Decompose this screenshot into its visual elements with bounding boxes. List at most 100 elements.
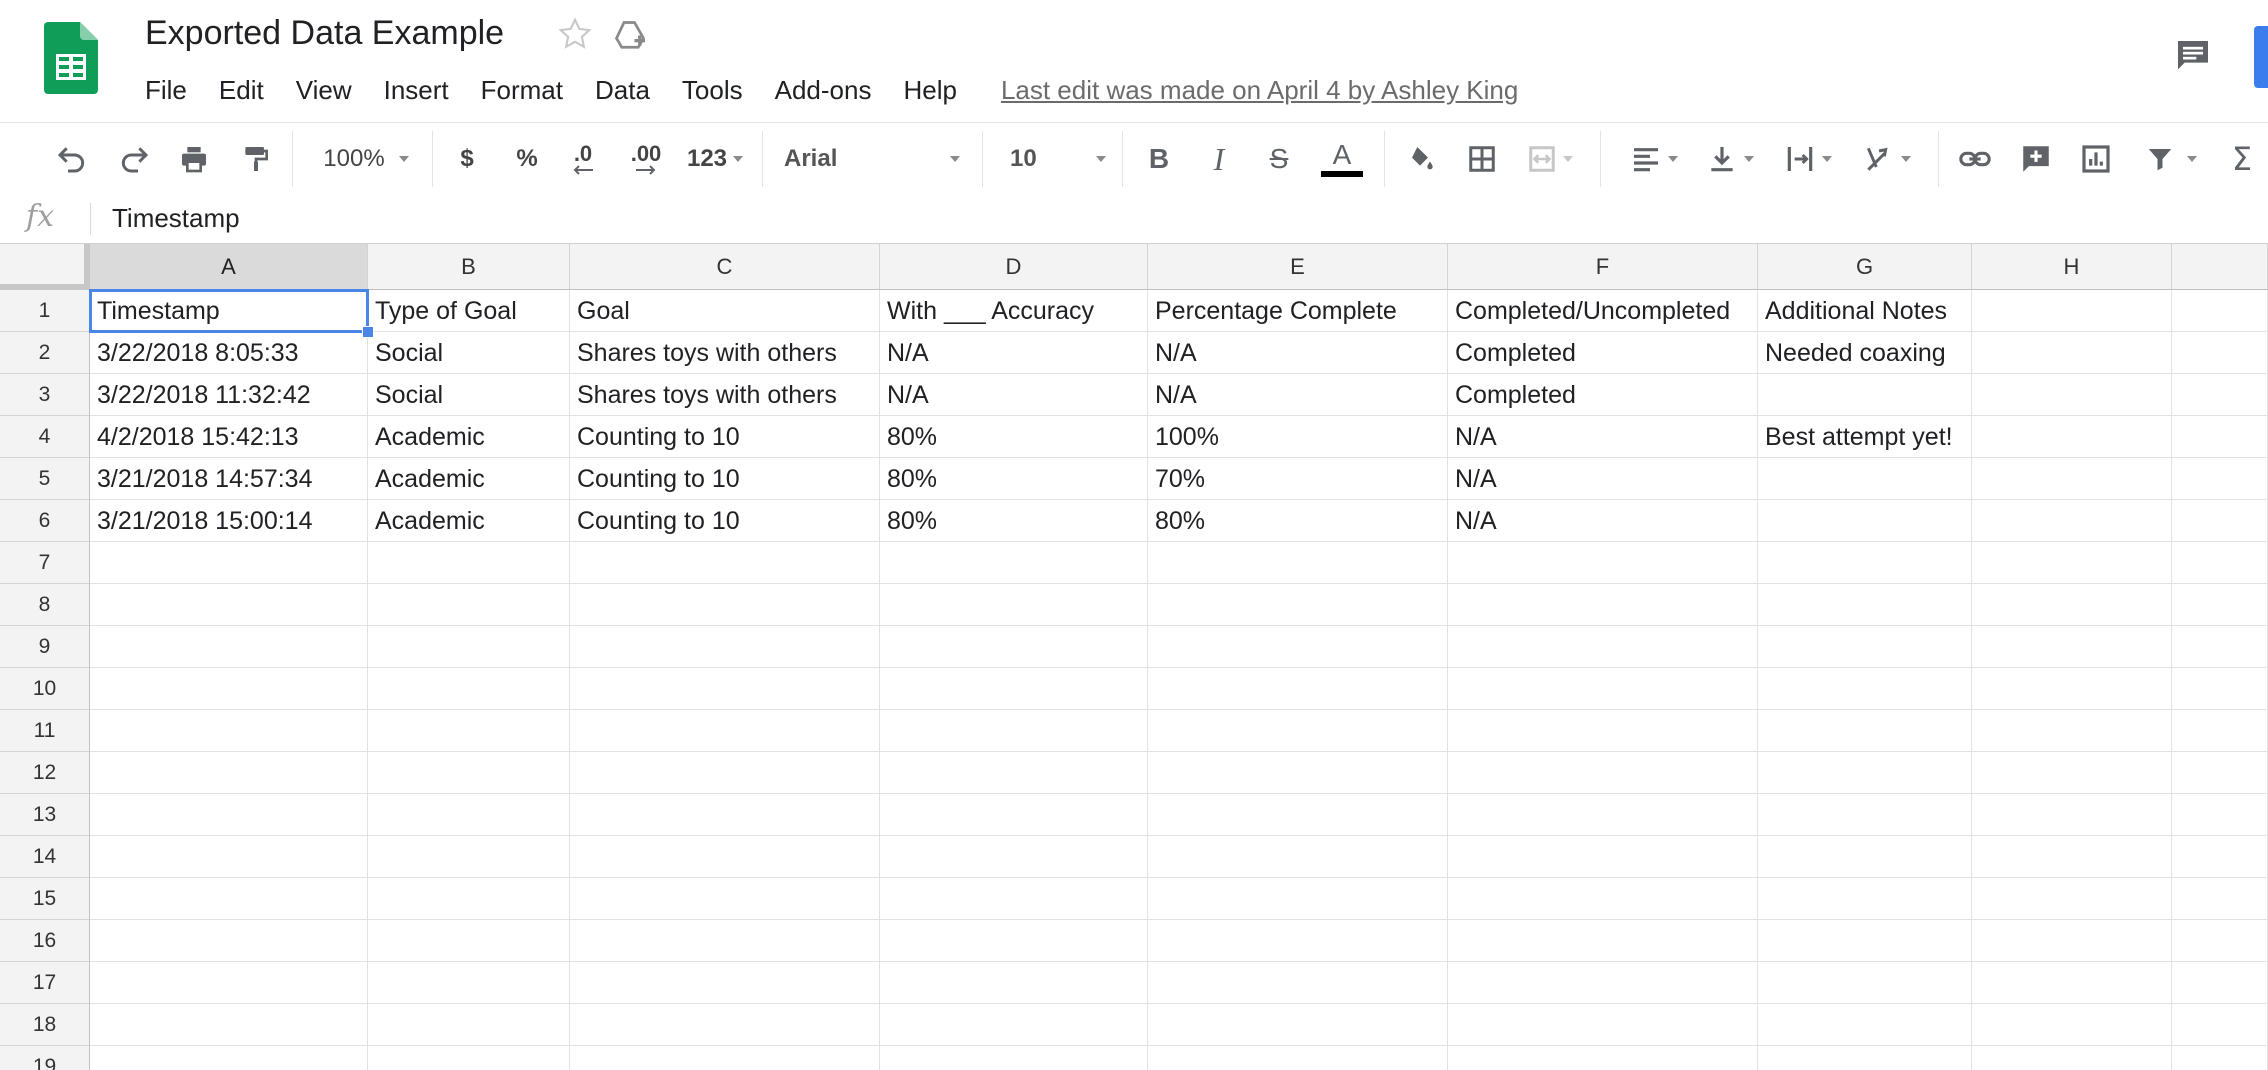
cell-g15[interactable]: [1758, 878, 1972, 920]
column-header-b[interactable]: B: [368, 244, 570, 290]
cell-extra[interactable]: [2172, 752, 2268, 794]
cell-c13[interactable]: [570, 794, 880, 836]
cell-extra[interactable]: [2172, 1004, 2268, 1046]
cell-e13[interactable]: [1148, 794, 1448, 836]
cell-e15[interactable]: [1148, 878, 1448, 920]
cell-f19[interactable]: [1448, 1046, 1758, 1070]
column-header-a[interactable]: A: [90, 244, 368, 290]
cell-c1[interactable]: Goal: [570, 290, 880, 332]
italic-button[interactable]: I: [1202, 137, 1236, 181]
cell-extra[interactable]: [2172, 794, 2268, 836]
cell-e4[interactable]: 100%: [1148, 416, 1448, 458]
document-title[interactable]: Exported Data Example: [145, 14, 504, 53]
cell-f4[interactable]: N/A: [1448, 416, 1758, 458]
cell-f7[interactable]: [1448, 542, 1758, 584]
cell-c17[interactable]: [570, 962, 880, 1004]
insert-chart-icon[interactable]: [2076, 137, 2116, 181]
column-header-e[interactable]: E: [1148, 244, 1448, 290]
cell-a17[interactable]: [90, 962, 368, 1004]
cell-c14[interactable]: [570, 836, 880, 878]
cell-extra[interactable]: [2172, 920, 2268, 962]
cell-g19[interactable]: [1758, 1046, 1972, 1070]
insert-link-icon[interactable]: [1954, 137, 1996, 181]
menu-edit[interactable]: Edit: [219, 75, 264, 106]
cell-d15[interactable]: [880, 878, 1148, 920]
strikethrough-button[interactable]: S: [1262, 137, 1296, 181]
menu-insert[interactable]: Insert: [384, 75, 449, 106]
cell-b5[interactable]: Academic: [368, 458, 570, 500]
cell-d3[interactable]: N/A: [880, 374, 1148, 416]
cell-d17[interactable]: [880, 962, 1148, 1004]
cell-d1[interactable]: With ___ Accuracy: [880, 290, 1148, 332]
cell-h2[interactable]: [1972, 332, 2172, 374]
cell-d10[interactable]: [880, 668, 1148, 710]
cell-d12[interactable]: [880, 752, 1148, 794]
cell-e7[interactable]: [1148, 542, 1448, 584]
row-header[interactable]: 11: [0, 710, 90, 752]
cell-c6[interactable]: Counting to 10: [570, 500, 880, 542]
vertical-align-icon[interactable]: [1700, 137, 1760, 181]
cell-a10[interactable]: [90, 668, 368, 710]
cell-h17[interactable]: [1972, 962, 2172, 1004]
row-header[interactable]: 16: [0, 920, 90, 962]
row-header[interactable]: 18: [0, 1004, 90, 1046]
cell-extra[interactable]: [2172, 626, 2268, 668]
cell-h13[interactable]: [1972, 794, 2172, 836]
comments-icon[interactable]: [2172, 36, 2214, 76]
undo-icon[interactable]: [52, 137, 92, 181]
redo-icon[interactable]: [114, 137, 154, 181]
cell-g6[interactable]: [1758, 500, 1972, 542]
cell-f9[interactable]: [1448, 626, 1758, 668]
cell-a14[interactable]: [90, 836, 368, 878]
cell-g8[interactable]: [1758, 584, 1972, 626]
cell-b8[interactable]: [368, 584, 570, 626]
cell-h10[interactable]: [1972, 668, 2172, 710]
cell-c10[interactable]: [570, 668, 880, 710]
cell-e16[interactable]: [1148, 920, 1448, 962]
cell-e6[interactable]: 80%: [1148, 500, 1448, 542]
cell-h15[interactable]: [1972, 878, 2172, 920]
cell-extra[interactable]: [2172, 542, 2268, 584]
cell-g11[interactable]: [1758, 710, 1972, 752]
column-header-h[interactable]: H: [1972, 244, 2172, 290]
cell-a9[interactable]: [90, 626, 368, 668]
fill-color-icon[interactable]: [1400, 137, 1440, 181]
cell-d14[interactable]: [880, 836, 1148, 878]
cell-a19[interactable]: [90, 1046, 368, 1070]
row-header[interactable]: 15: [0, 878, 90, 920]
cell-g13[interactable]: [1758, 794, 1972, 836]
fill-handle[interactable]: [362, 326, 374, 338]
merge-cells-icon[interactable]: [1520, 137, 1580, 181]
row-header[interactable]: 5: [0, 458, 90, 500]
text-color-button[interactable]: A: [1318, 137, 1366, 181]
menu-tools[interactable]: Tools: [682, 75, 743, 106]
cell-c19[interactable]: [570, 1046, 880, 1070]
cell-e11[interactable]: [1148, 710, 1448, 752]
cell-d2[interactable]: N/A: [880, 332, 1148, 374]
row-header[interactable]: 12: [0, 752, 90, 794]
cell-g14[interactable]: [1758, 836, 1972, 878]
decrease-decimal-button[interactable]: .0: [566, 137, 600, 181]
borders-icon[interactable]: [1462, 137, 1502, 181]
cell-c18[interactable]: [570, 1004, 880, 1046]
menu-add-ons[interactable]: Add-ons: [775, 75, 872, 106]
cell-g10[interactable]: [1758, 668, 1972, 710]
cell-d8[interactable]: [880, 584, 1148, 626]
cell-a7[interactable]: [90, 542, 368, 584]
format-percent-button[interactable]: %: [512, 137, 542, 181]
cell-e10[interactable]: [1148, 668, 1448, 710]
cell-f13[interactable]: [1448, 794, 1758, 836]
row-header[interactable]: 14: [0, 836, 90, 878]
cell-e19[interactable]: [1148, 1046, 1448, 1070]
cell-g9[interactable]: [1758, 626, 1972, 668]
cell-b16[interactable]: [368, 920, 570, 962]
cell-extra[interactable]: [2172, 374, 2268, 416]
cell-e17[interactable]: [1148, 962, 1448, 1004]
cell-e2[interactable]: N/A: [1148, 332, 1448, 374]
cell-b10[interactable]: [368, 668, 570, 710]
cell-f5[interactable]: N/A: [1448, 458, 1758, 500]
cell-c12[interactable]: [570, 752, 880, 794]
row-header[interactable]: 2: [0, 332, 90, 374]
cell-h12[interactable]: [1972, 752, 2172, 794]
zoom-select[interactable]: 100%: [316, 137, 416, 181]
